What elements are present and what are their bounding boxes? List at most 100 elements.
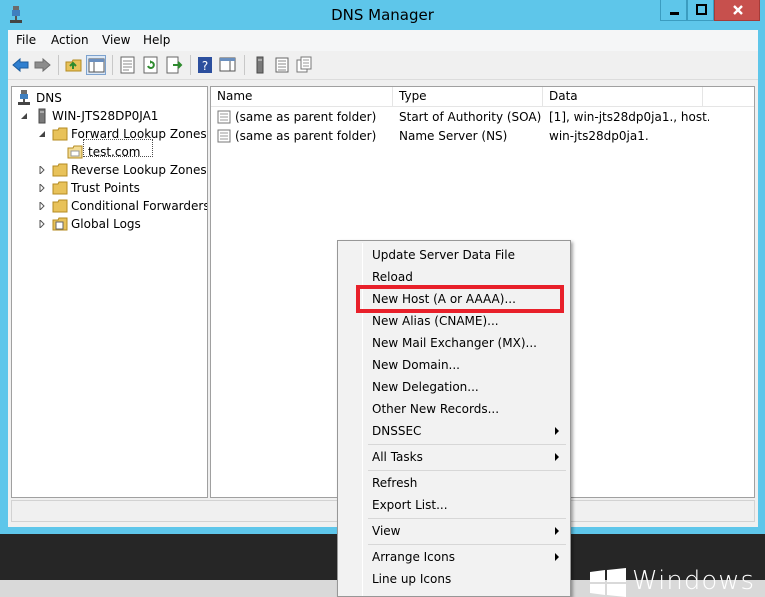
menu-separator [368, 518, 566, 519]
help-icon: ? [198, 57, 212, 73]
close-button[interactable] [714, 0, 760, 21]
back-button[interactable] [11, 55, 31, 75]
tree-label-dns: DNS [36, 91, 62, 105]
menu-item-label: New Domain... [372, 358, 460, 372]
menu-view[interactable]: View [102, 33, 130, 47]
menu-item-new-alias[interactable]: New Alias (CNAME)... [340, 310, 568, 332]
show-hide-console-tree-button[interactable] [86, 55, 106, 75]
cell-name: (same as parent folder) [235, 110, 377, 124]
up-one-level-button[interactable] [64, 55, 84, 75]
server-button[interactable] [250, 55, 270, 75]
tree-label-trust-points: Trust Points [71, 181, 140, 195]
record-icon [217, 110, 231, 124]
menu-item-other-new-records[interactable]: Other New Records... [340, 398, 568, 420]
menu-item-label: Update Server Data File [372, 248, 515, 262]
action-pane-icon [219, 57, 236, 72]
menu-item-label: View [372, 524, 401, 538]
record-icon [217, 129, 231, 143]
table-row[interactable]: (same as parent folder) Name Server (NS)… [211, 127, 754, 146]
menu-action[interactable]: Action [51, 33, 89, 47]
close-icon [733, 5, 743, 15]
export-list-icon [166, 56, 183, 74]
zone-icon [67, 145, 83, 159]
table-row[interactable]: (same as parent folder) Start of Authori… [211, 108, 754, 127]
menu-item-new-mail-exchanger[interactable]: New Mail Exchanger (MX)... [340, 332, 568, 354]
windows-brand-text: Windows [632, 566, 756, 596]
column-header-type[interactable]: Type [393, 87, 543, 107]
tree-label-test-com: test.com [88, 145, 141, 159]
menu-item-label: Arrange Icons [372, 550, 455, 564]
menu-item-all-tasks[interactable]: All Tasks [340, 446, 568, 468]
properties-button[interactable] [118, 55, 138, 75]
menu-item-label: Export List... [372, 498, 448, 512]
menu-item-label: DNSSEC [372, 424, 422, 438]
cell-name: (same as parent folder) [235, 129, 377, 143]
windows-logo-icon [590, 568, 626, 597]
records-list-icon [275, 57, 289, 73]
maximize-icon [696, 4, 707, 15]
minimize-icon [670, 12, 679, 15]
cell-data: [1], win-jts28dp0ja1., host... [549, 110, 709, 124]
menu-item-arrange-icons[interactable]: Arrange Icons [340, 546, 568, 568]
tree-label-reverse-lookup-zones: Reverse Lookup Zones [71, 163, 207, 177]
collapse-arrow-icon [39, 131, 45, 137]
column-header-name[interactable]: Name [211, 87, 393, 107]
menu-item-label: All Tasks [372, 450, 423, 464]
cell-type: Name Server (NS) [399, 129, 508, 143]
menu-item-label: Line up Icons [372, 572, 452, 586]
menu-item-export-list[interactable]: Export List... [340, 494, 568, 516]
menu-item-dnssec[interactable]: DNSSEC [340, 420, 568, 442]
submenu-arrow-icon [555, 453, 559, 461]
expand-arrow-icon [39, 166, 45, 174]
window-title: DNS Manager [331, 6, 434, 24]
toolbar: ? [8, 51, 758, 80]
console-tree-icon [88, 58, 105, 73]
menu-item-refresh[interactable]: Refresh [340, 472, 568, 494]
menu-item-line-up-icons[interactable]: Line up Icons [340, 568, 568, 590]
menu-separator [368, 470, 566, 471]
menu-item-label: New Alias (CNAME)... [372, 314, 499, 328]
menu-help[interactable]: Help [143, 33, 170, 47]
menu-separator [368, 444, 566, 445]
menu-item-update-server-data-file[interactable]: Update Server Data File [340, 244, 568, 266]
annotation-highlight-box [356, 285, 564, 313]
copy-records-button[interactable] [294, 55, 314, 75]
forward-button[interactable] [32, 55, 52, 75]
toolbar-separator [58, 55, 59, 75]
toolbar-separator [112, 55, 113, 75]
submenu-arrow-icon [555, 427, 559, 435]
menu-bar: File Action View Help [8, 30, 758, 51]
folder-icon [52, 199, 68, 213]
menu-item-new-delegation[interactable]: New Delegation... [340, 376, 568, 398]
minimize-button[interactable] [660, 0, 687, 21]
refresh-icon [143, 56, 158, 74]
menu-item-view[interactable]: View [340, 520, 568, 542]
refresh-button[interactable] [141, 55, 161, 75]
menu-item-label: Other New Records... [372, 402, 500, 416]
records-list-button[interactable] [272, 55, 292, 75]
menu-separator [368, 544, 566, 545]
submenu-arrow-icon [555, 527, 559, 535]
export-list-button[interactable] [164, 55, 184, 75]
toolbar-separator [190, 55, 191, 75]
tree-label-conditional-forwarders: Conditional Forwarders [71, 199, 208, 213]
menu-item-label: New Mail Exchanger (MX)... [372, 336, 537, 350]
title-bar[interactable]: DNS Manager [0, 0, 765, 30]
menu-file[interactable]: File [16, 33, 36, 47]
properties-icon [120, 56, 135, 74]
maximize-button[interactable] [687, 0, 714, 21]
menu-item-label: New Delegation... [372, 380, 479, 394]
folder-up-icon [65, 59, 82, 72]
help-button[interactable]: ? [195, 55, 215, 75]
list-header: Name Type Data [211, 87, 754, 107]
tree-label-server: WIN-JTS28DP0JA1 [52, 109, 159, 123]
server-icon [38, 108, 46, 124]
server-icon [256, 56, 264, 74]
menu-item-new-domain[interactable]: New Domain... [340, 354, 568, 376]
console-tree[interactable]: DNS WIN-JTS28DP0JA1 Forward Lookup Zones… [11, 86, 208, 498]
menu-item-label: Refresh [372, 476, 418, 490]
column-header-data[interactable]: Data [543, 87, 703, 107]
show-hide-action-pane-button[interactable] [218, 55, 238, 75]
toolbar-separator [244, 55, 245, 75]
submenu-arrow-icon [555, 553, 559, 561]
